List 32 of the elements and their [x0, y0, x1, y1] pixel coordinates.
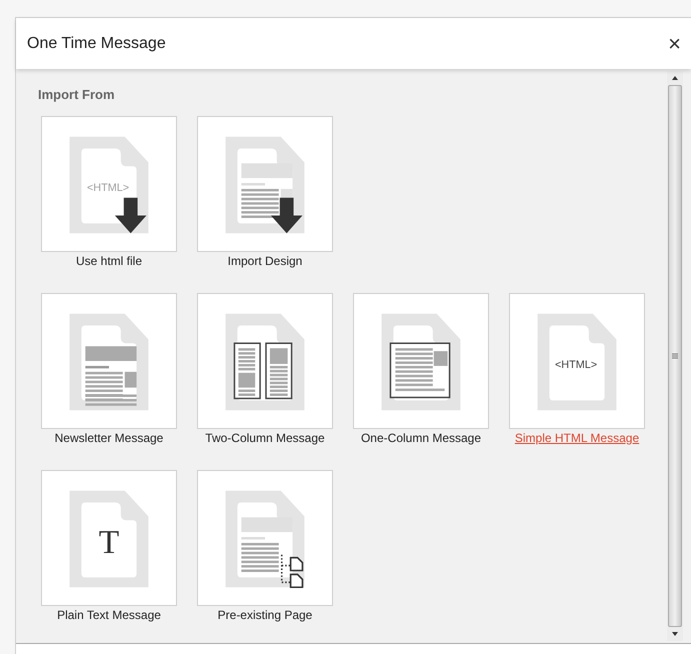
- document-icon: [538, 313, 616, 410]
- template-tile[interactable]: [197, 470, 333, 606]
- letter-text: T: [98, 523, 120, 560]
- template-tile[interactable]: <HTML>: [509, 292, 645, 428]
- document-icon: [226, 313, 304, 410]
- template-link[interactable]: Two-Column Message: [205, 430, 325, 446]
- dialog-title: One Time Message: [27, 34, 166, 54]
- template-tile[interactable]: [353, 292, 489, 428]
- template-link[interactable]: Import Design: [228, 254, 302, 268]
- template-tile[interactable]: [197, 292, 333, 428]
- template-link[interactable]: Simple HTML Message: [514, 430, 640, 446]
- template-link[interactable]: Pre-existing Page: [218, 608, 312, 622]
- template-link[interactable]: Plain Text Message: [57, 608, 161, 622]
- close-button[interactable]: ×: [668, 32, 681, 54]
- grip-icon: [672, 352, 678, 360]
- document-download-icon: [70, 136, 148, 233]
- document-download-icon: [226, 136, 304, 233]
- document-icon: [226, 490, 304, 588]
- template-link[interactable]: Use html file: [76, 254, 142, 268]
- template-tile[interactable]: [197, 116, 333, 252]
- template-tile[interactable]: T: [41, 470, 177, 606]
- template-tile[interactable]: [41, 292, 177, 428]
- template-link[interactable]: One-Column Message: [360, 430, 482, 446]
- html-tag-text: <HTML>: [86, 181, 130, 194]
- document-icon: [382, 313, 460, 410]
- document-icon: [70, 490, 148, 587]
- scrollbar-thumb[interactable]: [668, 85, 682, 627]
- section-heading: Import From: [38, 86, 116, 104]
- html-tag-text: <HTML>: [554, 358, 598, 370]
- scrollbar[interactable]: [667, 71, 683, 641]
- document-icon: [70, 313, 148, 410]
- template-link[interactable]: Newsletter Message: [54, 430, 164, 446]
